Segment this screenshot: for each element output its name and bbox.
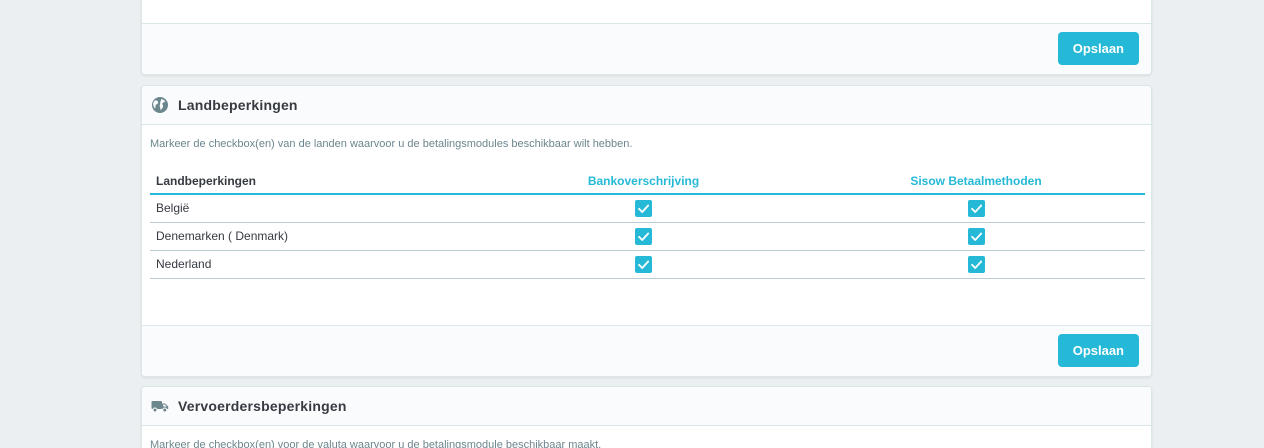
- country-name: Nederland: [150, 250, 480, 279]
- carrier-panel-title: Vervoerdersbeperkingen: [178, 398, 347, 414]
- column-header-sisow: Sisow Betaalmethoden: [807, 168, 1145, 195]
- truck-icon: [151, 397, 169, 415]
- checkbox-nederland-sisow[interactable]: [967, 255, 985, 273]
- country-restrictions-panel: Landbeperkingen Markeer de checkbox(en) …: [141, 85, 1152, 377]
- country-help-text: Markeer de checkbox(en) van de landen wa…: [150, 138, 633, 150]
- country-name: België: [150, 194, 480, 223]
- previous-panel-footer: Opslaan: [142, 23, 1151, 74]
- table-header-row: Landbeperkingen Bankoverschrijving Sisow…: [150, 168, 1145, 195]
- column-header-country: Landbeperkingen: [150, 168, 480, 195]
- table-row: Nederland: [150, 250, 1145, 279]
- carrier-restrictions-panel: Vervoerdersbeperkingen Markeer de checkb…: [141, 386, 1152, 448]
- country-panel-header: Landbeperkingen: [142, 86, 1151, 125]
- column-header-bankoverschrijving: Bankoverschrijving: [480, 168, 807, 195]
- country-restrictions-table: Landbeperkingen Bankoverschrijving Sisow…: [150, 168, 1145, 279]
- checkbox-denemarken-sisow[interactable]: [967, 227, 985, 245]
- country-panel-title: Landbeperkingen: [178, 97, 298, 113]
- table-row: België: [150, 194, 1145, 223]
- save-button-country[interactable]: Opslaan: [1057, 334, 1139, 367]
- table-row: Denemarken ( Denmark): [150, 222, 1145, 251]
- checkbox-belgie-sisow[interactable]: [967, 199, 985, 217]
- country-panel-footer: Opslaan: [142, 325, 1151, 376]
- carrier-help-text: Markeer de checkbox(en) voor de valuta w…: [150, 439, 602, 448]
- save-button-top[interactable]: Opslaan: [1057, 32, 1139, 65]
- page: Opslaan Landbeperkingen Markeer de check…: [0, 0, 1264, 448]
- carrier-panel-header: Vervoerdersbeperkingen: [142, 387, 1151, 426]
- checkbox-nederland-bankoverschrijving[interactable]: [635, 255, 652, 273]
- checkbox-belgie-bankoverschrijving[interactable]: [635, 199, 652, 217]
- checkbox-denemarken-bankoverschrijving[interactable]: [635, 227, 652, 245]
- globe-icon: [151, 96, 169, 114]
- country-name: Denemarken ( Denmark): [150, 222, 480, 251]
- previous-panel: Opslaan: [141, 0, 1152, 75]
